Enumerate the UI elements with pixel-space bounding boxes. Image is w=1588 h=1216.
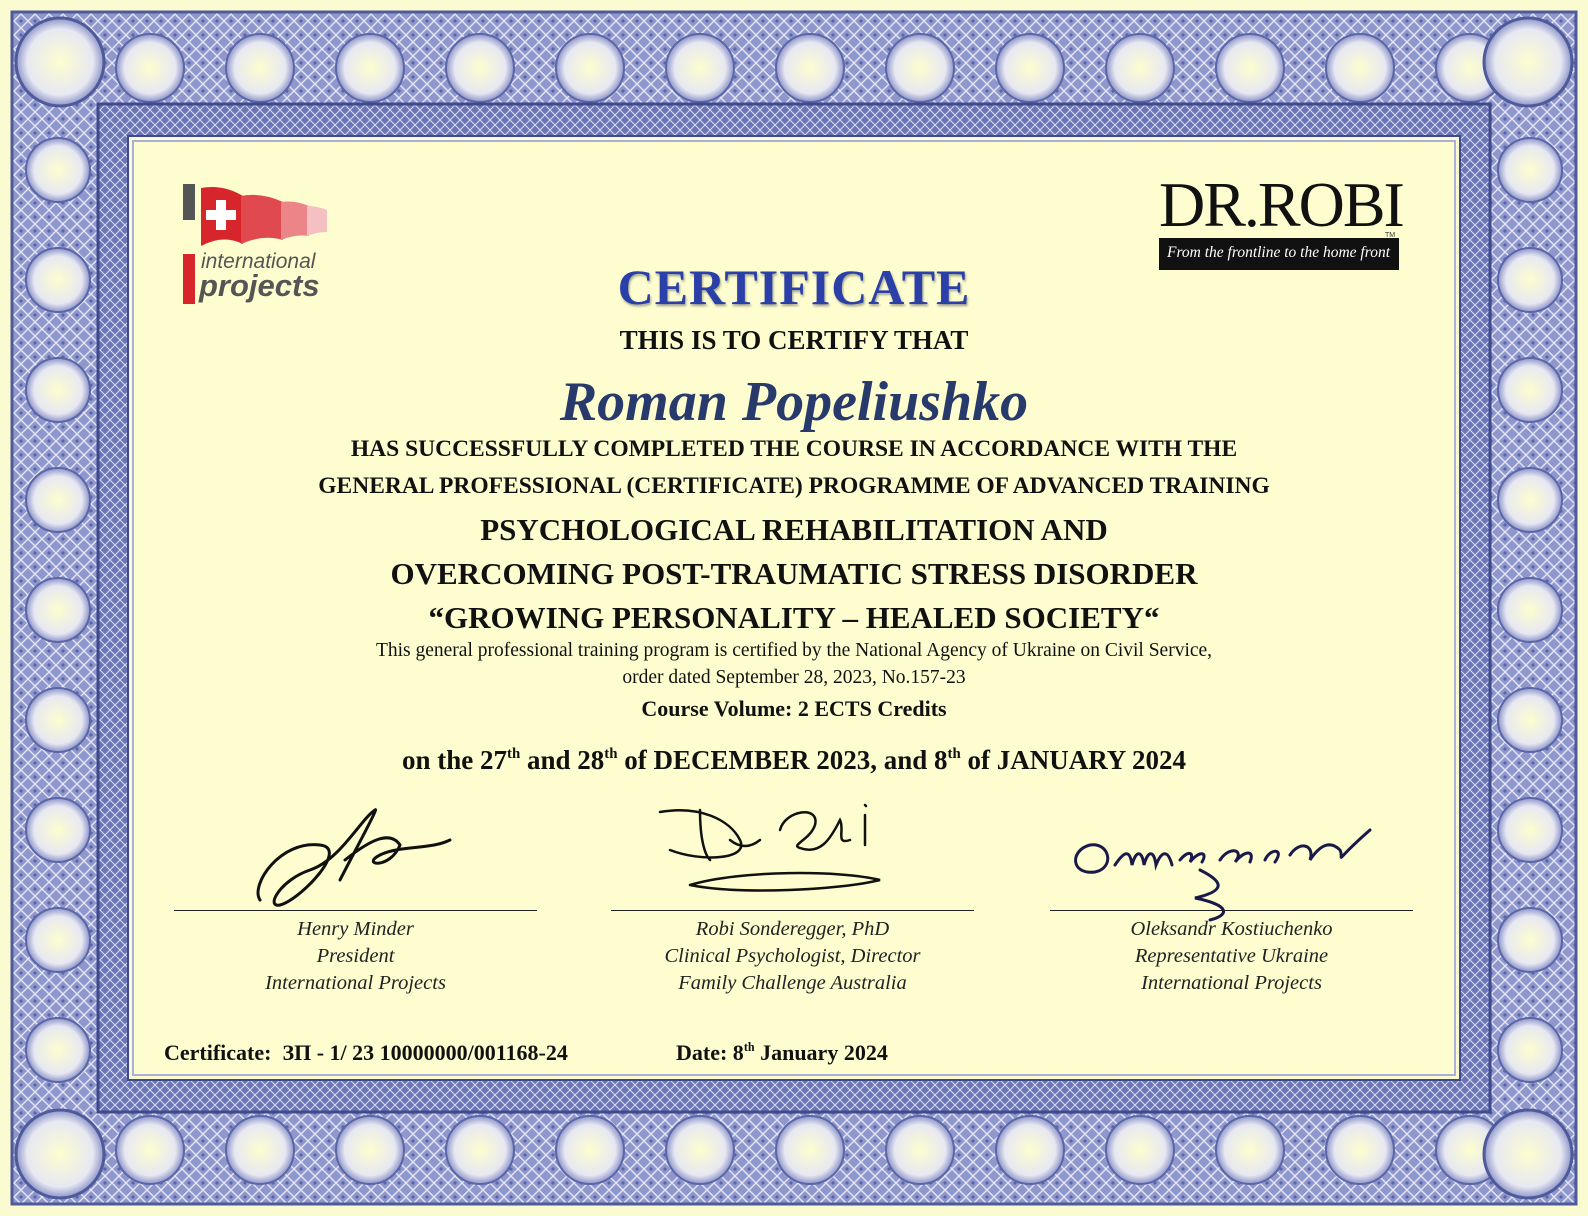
certificate-value: ЗП - 1/ 23 10000000/001168-24 (282, 1040, 568, 1065)
dr-robi-brand: DR.ROBI (1159, 169, 1405, 240)
recipient-name: Roman Popeliushko (559, 371, 1029, 433)
certificate-page: international projects DR.ROBI From the … (0, 0, 1588, 1216)
course-volume: Course Volume: 2 ECTS Credits (641, 696, 947, 721)
course-dates: on the 27th and 28th of DECEMBER 2023, a… (402, 745, 1186, 775)
dr-robi-tm: TM (1385, 232, 1396, 239)
signature-line-1 (174, 910, 537, 911)
certify-line: THIS IS TO CERTIFY THAT (619, 325, 969, 355)
signature-line-3 (1050, 910, 1413, 911)
course-title-line-3: “GROWING PERSONALITY – HEALED SOCIETY“ (428, 600, 1160, 635)
accreditation-line-2: order dated September 28, 2023, No.157-2… (622, 667, 966, 688)
accreditation-line-1: This general professional training progr… (375, 640, 1213, 661)
signatory-name: Henry Minder (297, 918, 414, 940)
certificate-label: Certificate: (164, 1040, 272, 1065)
signatory-org: International Projects (265, 972, 446, 994)
certificate-date: Date: 8th January 2024 (676, 1039, 888, 1065)
signatory-name: Oleksandr Kostiuchenko (1130, 918, 1333, 940)
course-title-line-1: PSYCHOLOGICAL REHABILITATION AND (480, 512, 1108, 547)
signatory-3: Oleksandr Kostiuchenko Representative Uk… (1050, 916, 1413, 997)
certificate-number: Certificate: ЗП - 1/ 23 10000000/001168-… (164, 1040, 568, 1066)
completion-line-2: GENERAL PROFESSIONAL (CERTIFICATE) PROGR… (318, 473, 1270, 499)
certificate-title: CERTIFICATE (617, 259, 971, 315)
signatory-name: Robi Sonderegger, PhD (695, 918, 890, 940)
signatory-2: Robi Sonderegger, PhD Clinical Psycholog… (611, 916, 974, 997)
signatory-1: Henry Minder President International Pro… (174, 916, 537, 997)
signatory-role: Clinical Psychologist, Director (664, 945, 921, 967)
signatory-role: Representative Ukraine (1134, 945, 1329, 967)
signature-oleksandr-kostiuchenko (1074, 828, 1372, 922)
signatory-org: International Projects (1141, 972, 1322, 994)
signature-line-2 (611, 910, 974, 911)
signature-robi-sonderegger (658, 803, 881, 892)
signature-henry-minder (256, 808, 452, 907)
course-title-line-2: OVERCOMING POST-TRAUMATIC STRESS DISORDE… (390, 556, 1198, 591)
signatory-role: President (316, 945, 395, 967)
completion-line-1: HAS SUCCESSFULLY COMPLETED THE COURSE IN… (350, 436, 1238, 462)
signatory-org: Family Challenge Australia (678, 972, 907, 994)
